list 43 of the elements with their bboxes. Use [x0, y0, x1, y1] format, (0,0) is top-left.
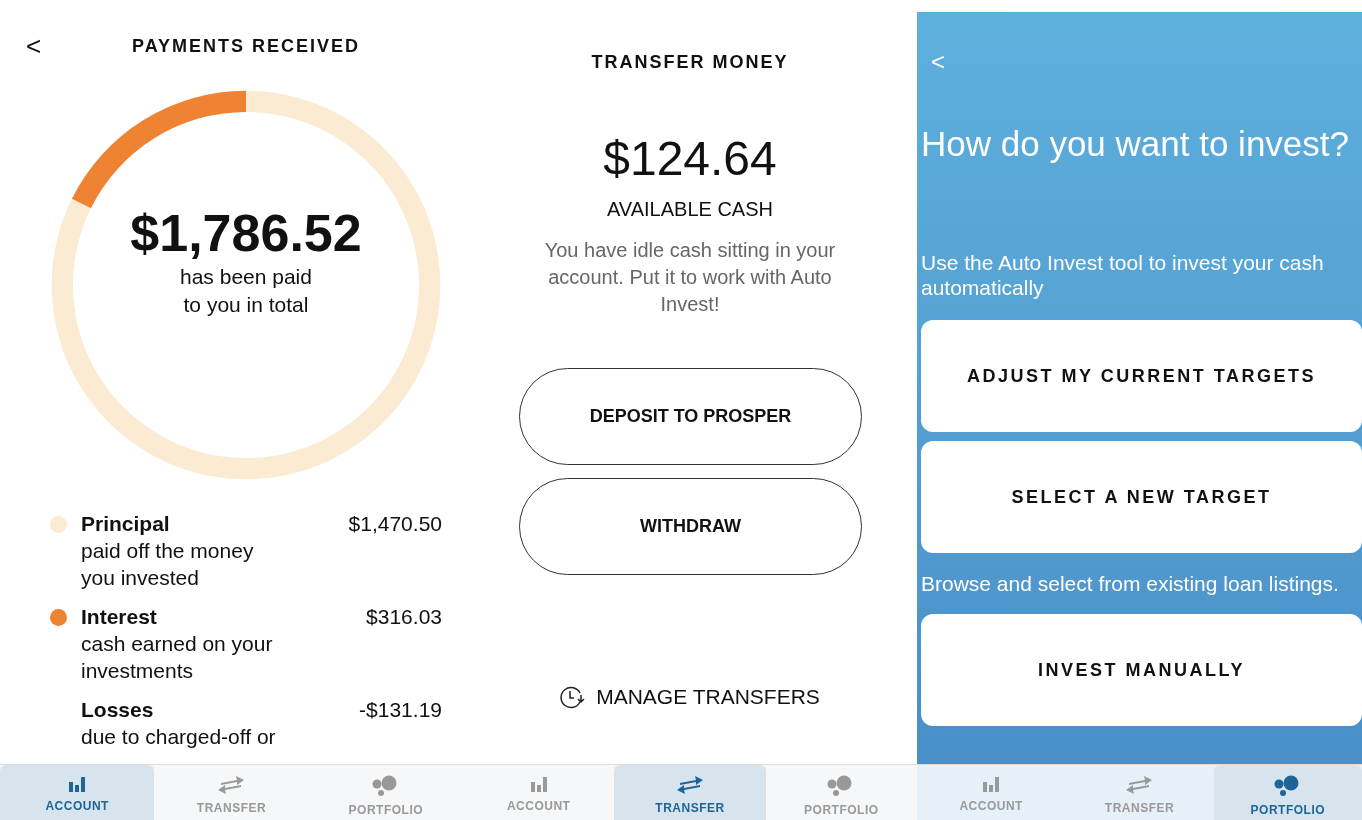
- legend-label: Interest: [81, 604, 158, 630]
- screen-title: TRANSFER MONEY: [590, 52, 790, 73]
- history-icon: [560, 685, 587, 709]
- swap-arrows-icon: [217, 775, 246, 795]
- total-amount: $1,786.52: [130, 203, 362, 263]
- section-text: Browse and select from existing loan listings.: [921, 571, 1340, 596]
- total-caption: has been paid to you in total: [180, 264, 312, 318]
- tab[interactable]: PORTFOLIO: [308, 765, 463, 820]
- legend-description: due to charged-off or: [81, 724, 277, 750]
- screen-heading: How do you want to invest?: [921, 124, 1350, 164]
- back-button[interactable]: <: [931, 50, 951, 74]
- tab[interactable]: TRANSFER: [614, 765, 766, 820]
- manage-transfers-link[interactable]: MANAGE TRANSFERS: [596, 685, 820, 709]
- legend-description: cash earned on your investments: [81, 631, 274, 684]
- legend-label: Losses: [81, 697, 155, 723]
- cash-label: AVAILABLE CASH: [606, 198, 774, 221]
- bar-chart-icon: [67, 775, 88, 793]
- bar-chart-icon: [981, 775, 1002, 793]
- action-button[interactable]: DEPOSIT TO PROSPER: [519, 368, 862, 465]
- legend-amount: $1,470.50: [348, 511, 442, 537]
- option-button[interactable]: SELECT A NEW TARGET: [921, 441, 1362, 553]
- swap-arrows-icon: [1125, 775, 1154, 795]
- tab[interactable]: ACCOUNT: [0, 765, 155, 820]
- tab[interactable]: PORTFOLIO: [1213, 765, 1362, 820]
- tab[interactable]: TRANSFER: [154, 765, 309, 820]
- cash-amount: $124.64: [602, 131, 778, 186]
- tab[interactable]: TRANSFER: [1065, 765, 1214, 820]
- section-text: Use the Auto Invest tool to invest your cash automatically: [921, 250, 1325, 300]
- legend-description: paid off the money you invested: [81, 538, 255, 591]
- option-button[interactable]: ADJUST MY CURRENT TARGETS: [921, 320, 1362, 432]
- screen-title: PAYMENTS RECEIVED: [132, 35, 361, 57]
- tab[interactable]: ACCOUNT: [463, 765, 615, 820]
- back-button[interactable]: <: [26, 33, 46, 59]
- tab[interactable]: PORTFOLIO: [765, 765, 917, 820]
- tab[interactable]: ACCOUNT: [917, 765, 1066, 820]
- idle-cash-message: You have idle cash sitting in your account. Put it to work with Auto Invest!: [543, 238, 837, 317]
- swap-arrows-icon: [676, 775, 704, 795]
- action-button[interactable]: WITHDRAW: [519, 478, 862, 575]
- legend-amount: -$131.19: [359, 697, 442, 723]
- option-button[interactable]: INVEST MANUALLY: [921, 614, 1362, 726]
- legend-amount: $316.03: [366, 604, 442, 630]
- legend-label: Principal: [81, 511, 171, 537]
- bar-chart-icon: [528, 775, 549, 793]
